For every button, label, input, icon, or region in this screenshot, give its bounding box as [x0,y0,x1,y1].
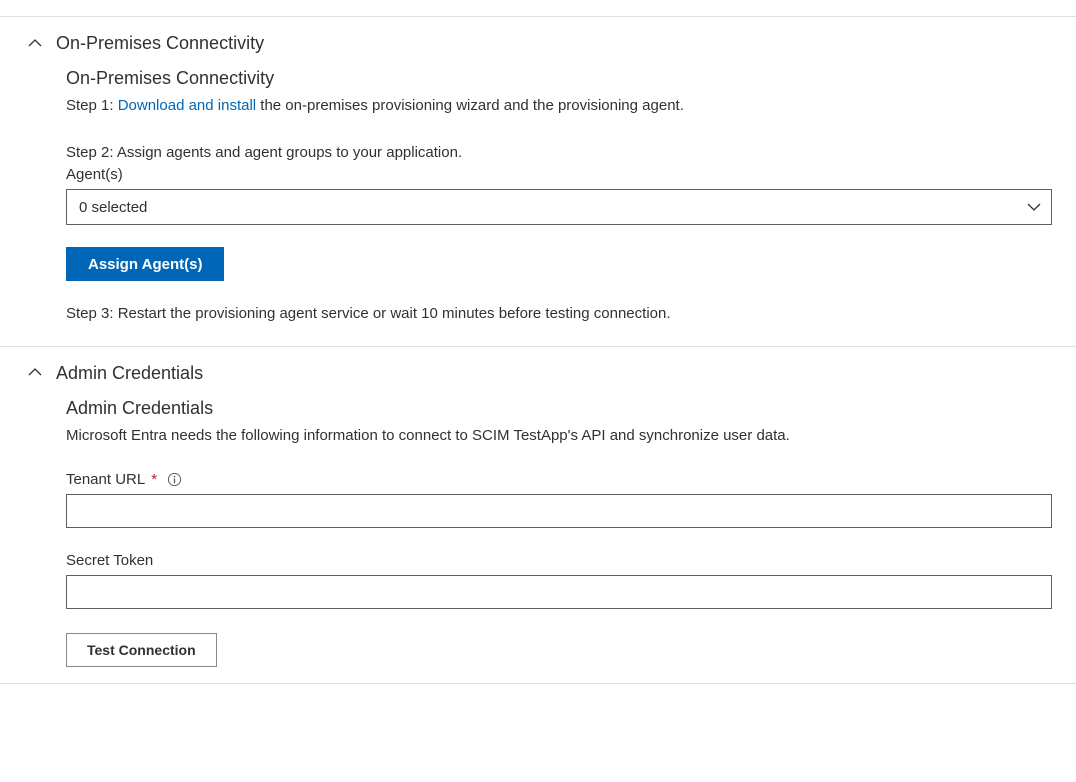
agents-selected-value: 0 selected [79,199,147,216]
admin-credentials-subtitle: Admin Credentials [66,398,1076,419]
step-2-text: Step 2: Assign agents and agent groups t… [66,142,1076,165]
section-title: On-Premises Connectivity [56,33,264,54]
step-1-prefix: Step 1: [66,97,118,114]
info-icon[interactable] [167,472,182,487]
secret-token-label: Secret Token [66,552,153,569]
required-indicator: * [151,471,157,488]
agents-dropdown[interactable]: 0 selected [66,189,1052,225]
step-1-text: Step 1: Download and install the on-prem… [66,95,1076,118]
agents-label: Agent(s) [66,166,1076,183]
chevron-up-icon [28,37,42,51]
on-premises-connectivity-section: On-Premises Connectivity On-Premises Con… [0,17,1076,347]
secret-token-input[interactable] [66,575,1052,609]
admin-credentials-section: Admin Credentials Admin Credentials Micr… [0,347,1076,685]
section-title: Admin Credentials [56,363,203,384]
chevron-down-icon [1027,200,1041,214]
step-1-suffix: the on-premises provisioning wizard and … [256,97,684,114]
admin-credentials-description: Microsoft Entra needs the following info… [66,425,1076,448]
download-install-link[interactable]: Download and install [118,97,256,114]
chevron-up-icon [28,366,42,380]
tenant-url-input[interactable] [66,494,1052,528]
assign-agents-button[interactable]: Assign Agent(s) [66,247,224,281]
tenant-url-label-row: Tenant URL * [66,471,1076,488]
admin-credentials-header[interactable]: Admin Credentials [0,347,1076,398]
test-connection-button[interactable]: Test Connection [66,633,217,667]
secret-token-label-row: Secret Token [66,552,1076,569]
on-premises-connectivity-header[interactable]: On-Premises Connectivity [0,17,1076,68]
step-3-text: Step 3: Restart the provisioning agent s… [66,303,1076,326]
on-premises-subtitle: On-Premises Connectivity [66,68,1076,89]
tenant-url-label: Tenant URL [66,471,145,488]
